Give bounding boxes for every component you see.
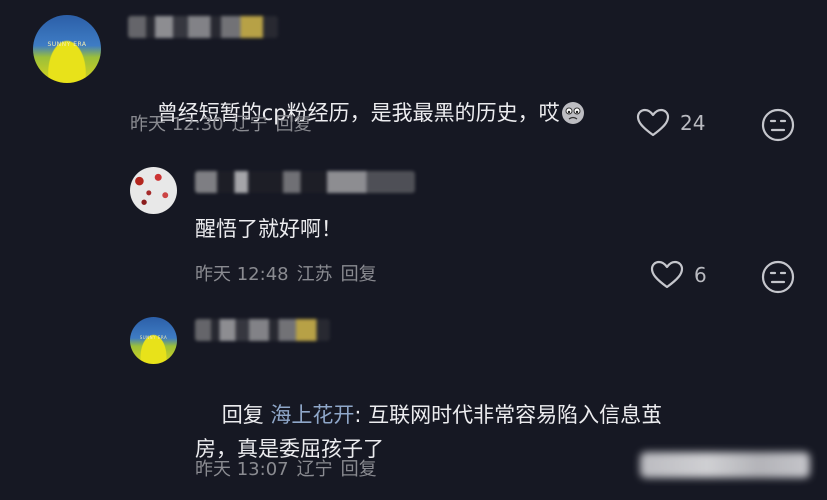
avatar[interactable] [130, 167, 177, 214]
comment-location: 江苏 [296, 264, 333, 285]
reply-input-overlay [640, 452, 810, 478]
reply-button[interactable]: 回复 [341, 459, 377, 480]
username[interactable] [195, 319, 330, 341]
avatar[interactable]: SUNNY ERA [33, 15, 101, 83]
heart-outline-icon [650, 260, 684, 289]
reply-item: 醒悟了就好啊！ 昨天 12:48 江苏 回复 6 [0, 150, 827, 300]
reply-prefix: 回复 [221, 403, 264, 427]
heart-outline-icon [636, 108, 670, 137]
like-button[interactable]: 6 [650, 260, 707, 290]
comment-time: 昨天 12:48 [195, 264, 289, 285]
username[interactable] [128, 16, 278, 38]
like-count: 24 [680, 111, 706, 135]
comment-meta: 昨天 13:07 辽宁 回复 [195, 455, 377, 481]
comment-location: 辽宁 [296, 459, 333, 480]
comment-item: SUNNY ERA 曾经短暂的cp粉经历，是我最黑的历史，哎 昨天 12:30 辽… [0, 0, 827, 150]
comment-location: 辽宁 [231, 114, 268, 135]
avatar[interactable]: SUNNY ERA [130, 317, 177, 364]
reply-button[interactable]: 回复 [341, 264, 377, 285]
comment-text: 醒悟了就好啊！ [195, 217, 342, 241]
comment-time: 昨天 13:07 [195, 459, 289, 480]
username[interactable] [195, 171, 415, 193]
comment-meta: 昨天 12:30 辽宁 回复 [130, 110, 312, 136]
comment-time: 昨天 12:30 [130, 114, 224, 135]
sad-face-emoji [561, 102, 584, 124]
like-button[interactable]: 24 [636, 108, 705, 138]
reply-target-link[interactable]: 海上花开 [270, 403, 354, 427]
reply-button[interactable]: 回复 [276, 114, 312, 135]
comment-meta: 昨天 12:48 江苏 回复 [195, 260, 377, 286]
neutral-face-icon[interactable] [761, 260, 795, 294]
like-count: 6 [694, 263, 707, 287]
neutral-face-icon[interactable] [761, 108, 795, 142]
